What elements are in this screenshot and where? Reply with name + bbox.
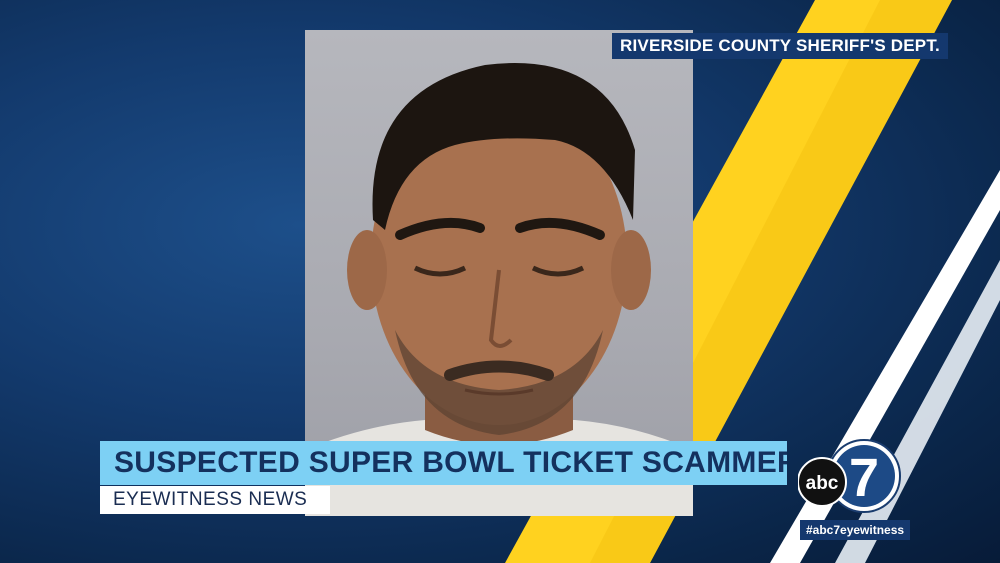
abc7-logo: 7 abc — [797, 438, 902, 518]
program-name: EYEWITNESS NEWS — [100, 486, 330, 514]
photo-credit: RIVERSIDE COUNTY SHERIFF'S DEPT. — [612, 33, 948, 59]
channel-number: 7 — [849, 448, 879, 508]
hashtag-label: #abc7eyewitness — [800, 520, 911, 540]
network-name: abc — [806, 473, 839, 494]
headline-bar: SUSPECTED SUPER BOWL TICKET SCAMMER ARRE… — [100, 441, 787, 485]
